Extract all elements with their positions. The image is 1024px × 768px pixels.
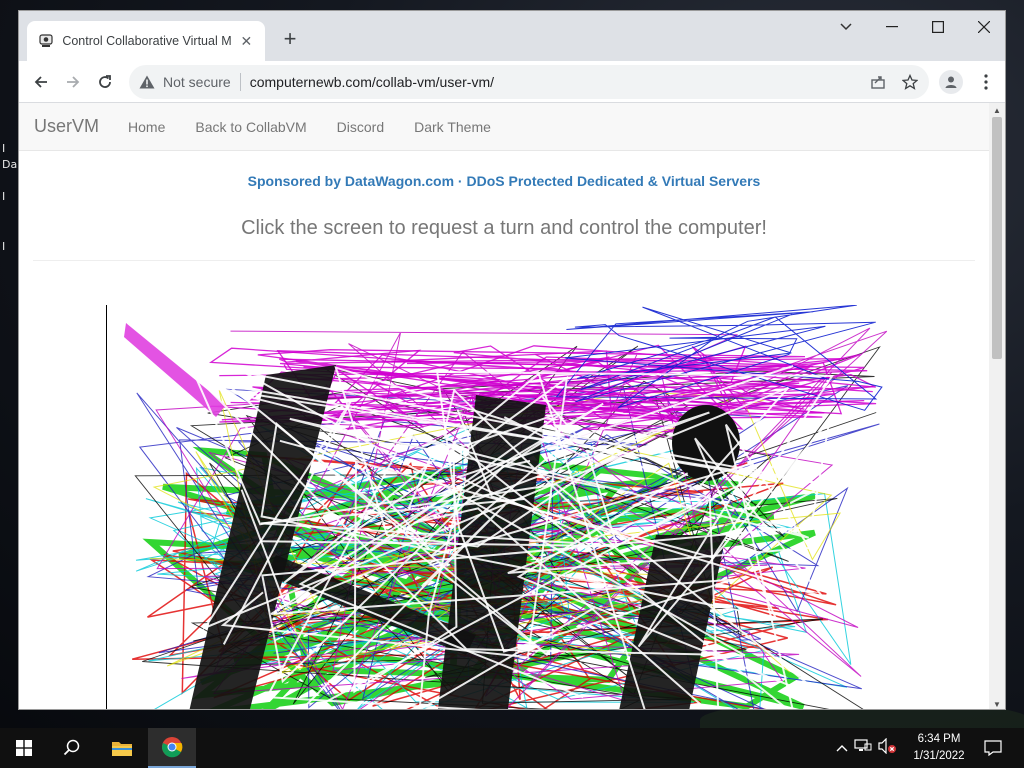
- menu-kebab-icon[interactable]: [974, 70, 998, 94]
- nav-link-discord[interactable]: Discord: [322, 119, 399, 135]
- desktop-icon-label[interactable]: I: [2, 190, 5, 203]
- tab-strip: Control Collaborative Virtual Mac ✕ +: [19, 11, 1005, 61]
- vm-screen-drawing: [106, 304, 906, 709]
- volume-muted-icon[interactable]: [878, 737, 898, 759]
- sponsor-link[interactable]: Sponsored by DataWagon.com · DDoS Protec…: [19, 173, 989, 189]
- url-text[interactable]: computernewb.com/collab-vm/user-vm/: [250, 74, 494, 90]
- nav-link-dark-theme[interactable]: Dark Theme: [399, 119, 506, 135]
- system-tray: [836, 728, 898, 768]
- start-windows-icon[interactable]: [0, 728, 48, 768]
- file-explorer-icon[interactable]: [98, 728, 146, 768]
- divider: [33, 260, 975, 261]
- bookmark-star-icon[interactable]: [899, 71, 921, 93]
- nav-link-back-to-collabvm[interactable]: Back to CollabVM: [180, 119, 321, 135]
- desktop-icon-label[interactable]: I: [2, 142, 5, 155]
- page-scrollbar[interactable]: ▲ ▼: [989, 103, 1005, 709]
- security-status[interactable]: Not secure: [163, 74, 231, 90]
- warning-icon[interactable]: [137, 72, 157, 92]
- new-tab-icon[interactable]: +: [276, 25, 304, 53]
- search-icon[interactable]: [48, 728, 96, 768]
- chrome-taskbar-icon[interactable]: [148, 728, 196, 768]
- site-brand[interactable]: UserVM: [34, 116, 99, 137]
- minimize-icon[interactable]: [869, 11, 915, 43]
- browser-toolbar: Not secure computernewb.com/collab-vm/us…: [19, 61, 1005, 103]
- clock-time: 6:34 PM: [917, 733, 961, 745]
- page-content: UserVM Home Back to CollabVM Discord Dar…: [19, 103, 989, 709]
- notifications-icon[interactable]: [978, 728, 1008, 768]
- network-icon[interactable]: [854, 738, 872, 758]
- desktop-icon-label[interactable]: Da: [2, 158, 17, 171]
- windows-taskbar: 6:34 PM 1/31/2022: [0, 728, 1024, 768]
- vm-screen[interactable]: [106, 304, 906, 709]
- maximize-icon[interactable]: [915, 11, 961, 43]
- scroll-up-icon[interactable]: ▲: [989, 103, 1005, 117]
- share-icon[interactable]: [867, 71, 889, 93]
- browser-tab[interactable]: Control Collaborative Virtual Mac ✕: [27, 21, 265, 61]
- clock-date: 1/31/2022: [913, 750, 965, 762]
- scroll-thumb[interactable]: [992, 117, 1002, 359]
- close-window-icon[interactable]: [961, 11, 1005, 43]
- chevron-up-icon[interactable]: [836, 739, 848, 757]
- favicon-icon: [37, 32, 54, 50]
- back-icon[interactable]: [25, 66, 57, 98]
- profile-avatar-icon[interactable]: [939, 70, 963, 94]
- taskbar-clock[interactable]: 6:34 PM 1/31/2022: [906, 731, 972, 765]
- tab-search-icon[interactable]: [823, 11, 869, 43]
- reload-icon[interactable]: [89, 66, 121, 98]
- desktop-icon-label[interactable]: I: [2, 240, 5, 253]
- scroll-down-icon[interactable]: ▼: [989, 697, 1005, 709]
- site-navbar: UserVM Home Back to CollabVM Discord Dar…: [19, 103, 989, 151]
- address-separator: [239, 73, 241, 91]
- nav-link-home[interactable]: Home: [113, 119, 180, 135]
- turn-request-heading: Click the screen to request a turn and c…: [241, 217, 767, 239]
- forward-icon[interactable]: [57, 66, 89, 98]
- browser-window: Control Collaborative Virtual Mac ✕ + No…: [18, 10, 1006, 710]
- address-bar[interactable]: Not secure computernewb.com/collab-vm/us…: [129, 65, 929, 99]
- tab-title: Control Collaborative Virtual Mac: [62, 34, 232, 48]
- tab-close-icon[interactable]: ✕: [238, 32, 255, 50]
